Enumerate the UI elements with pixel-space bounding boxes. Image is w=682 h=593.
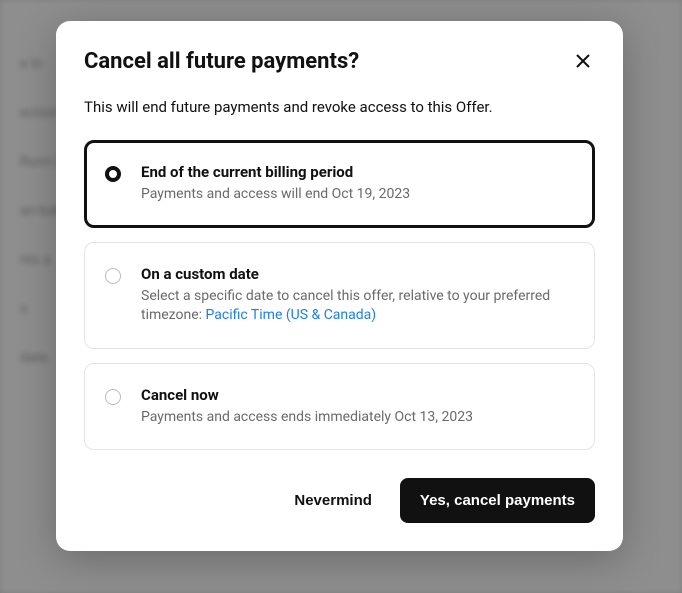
- option-end-of-period[interactable]: End of the current billing period Paymen…: [84, 140, 595, 228]
- close-icon: [575, 53, 591, 69]
- option-title: End of the current billing period: [141, 163, 410, 181]
- radio-unselected-icon: [105, 268, 121, 284]
- cancel-payments-modal: Cancel all future payments? This will en…: [56, 21, 623, 551]
- option-custom-date[interactable]: On a custom date Select a specific date …: [84, 242, 595, 349]
- option-text: On a custom date Select a specific date …: [141, 265, 574, 326]
- radio-selected-icon: [105, 166, 121, 182]
- nevermind-button[interactable]: Nevermind: [276, 480, 390, 521]
- radio-unselected-icon: [105, 389, 121, 405]
- option-desc: Payments and access will end Oct 19, 202…: [141, 185, 410, 205]
- cancel-options: End of the current billing period Paymen…: [84, 140, 595, 450]
- close-button[interactable]: [571, 49, 595, 73]
- option-title: Cancel now: [141, 386, 473, 404]
- option-cancel-now[interactable]: Cancel now Payments and access ends imme…: [84, 363, 595, 451]
- option-text: End of the current billing period Paymen…: [141, 163, 410, 205]
- option-title: On a custom date: [141, 265, 574, 283]
- timezone-link[interactable]: Pacific Time (US & Canada): [206, 307, 377, 323]
- option-text: Cancel now Payments and access ends imme…: [141, 386, 473, 428]
- option-desc: Select a specific date to cancel this of…: [141, 287, 574, 326]
- option-desc: Payments and access ends immediately Oct…: [141, 408, 473, 428]
- modal-header: Cancel all future payments?: [84, 49, 595, 74]
- modal-title: Cancel all future payments?: [84, 49, 359, 74]
- confirm-cancel-button[interactable]: Yes, cancel payments: [400, 478, 595, 523]
- modal-footer: Nevermind Yes, cancel payments: [84, 478, 595, 523]
- modal-subtitle: This will end future payments and revoke…: [84, 98, 595, 116]
